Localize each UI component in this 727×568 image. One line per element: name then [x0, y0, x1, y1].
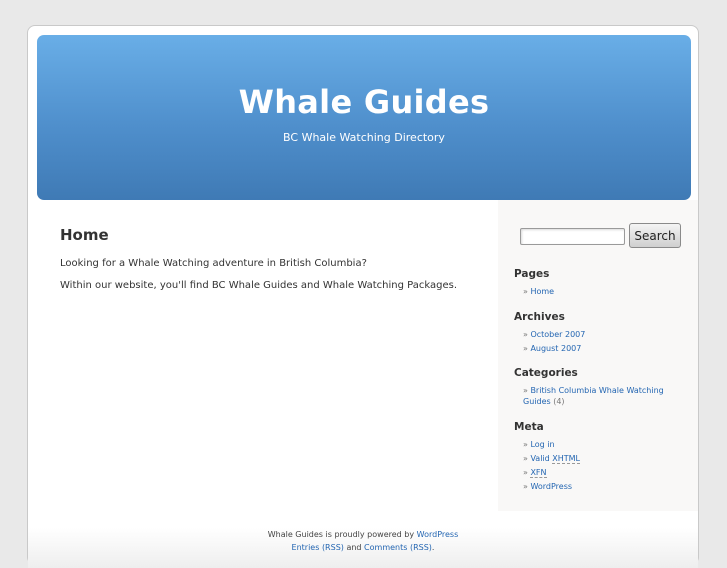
category-link[interactable]: British Columbia Whale Watching Guides: [523, 386, 664, 406]
footer-entries-rss-link[interactable]: Entries (RSS): [292, 543, 344, 552]
pages-list: Home: [523, 286, 683, 300]
footer-line-2: Entries (RSS) and Comments (RSS).: [28, 541, 698, 554]
list-item: August 2007: [523, 343, 683, 354]
list-item: Valid XHTML: [523, 453, 683, 464]
site-description: BC Whale Watching Directory: [283, 131, 445, 144]
site-footer: Whale Guides is proudly powered by WordP…: [28, 528, 698, 568]
list-item: October 2007: [523, 329, 683, 340]
archives-heading: Archives: [514, 311, 565, 323]
categories-list: British Columbia Whale Watching Guides (…: [523, 385, 683, 410]
list-item: WordPress: [523, 481, 683, 492]
footer-line-1: Whale Guides is proudly powered by WordP…: [28, 528, 698, 541]
pages-heading: Pages: [514, 268, 550, 280]
archives-list: October 2007 August 2007: [523, 329, 683, 357]
search-button[interactable]: Search: [629, 223, 681, 248]
list-item: Home: [523, 286, 683, 297]
categories-heading: Categories: [514, 367, 578, 379]
archive-link-october-2007[interactable]: October 2007: [530, 330, 585, 339]
footer-comments-rss-link[interactable]: Comments (RSS): [364, 543, 432, 552]
footer-wordpress-link[interactable]: WordPress: [417, 530, 459, 539]
post-paragraph: Within our website, you'll find BC Whale…: [60, 280, 457, 291]
page-container: Whale Guides BC Whale Watching Directory…: [27, 25, 699, 568]
archive-link-august-2007[interactable]: August 2007: [530, 344, 581, 353]
footer-suffix: .: [431, 543, 435, 552]
post-paragraph: Looking for a Whale Watching adventure i…: [60, 258, 367, 269]
site-title[interactable]: Whale Guides: [37, 83, 691, 121]
footer-powered-text: Whale Guides is proudly powered by: [267, 530, 417, 539]
meta-heading: Meta: [514, 421, 544, 433]
list-item: XFN: [523, 467, 683, 478]
xfn-link[interactable]: XFN: [530, 468, 547, 478]
sidebar: Search Pages Home Archives October 2007 …: [498, 200, 698, 511]
list-item: British Columbia Whale Watching Guides (…: [523, 385, 683, 407]
post-title: Home: [60, 226, 109, 244]
xhtml-abbr: XHTML: [552, 454, 581, 464]
footer-and-text: and: [343, 543, 365, 552]
valid-prefix: Valid: [530, 454, 553, 463]
search-input[interactable]: [520, 228, 625, 245]
site-header: Whale Guides BC Whale Watching Directory: [37, 35, 691, 200]
page-link-home[interactable]: Home: [530, 287, 554, 296]
category-count: (4): [553, 397, 565, 406]
valid-xhtml-link[interactable]: Valid XHTML: [530, 454, 581, 464]
login-link[interactable]: Log in: [530, 440, 554, 449]
main-content: Home Looking for a Whale Watching advent…: [60, 226, 480, 291]
meta-list: Log in Valid XHTML XFN WordPress: [523, 439, 683, 495]
list-item: Log in: [523, 439, 683, 450]
wordpress-link[interactable]: WordPress: [530, 482, 572, 491]
